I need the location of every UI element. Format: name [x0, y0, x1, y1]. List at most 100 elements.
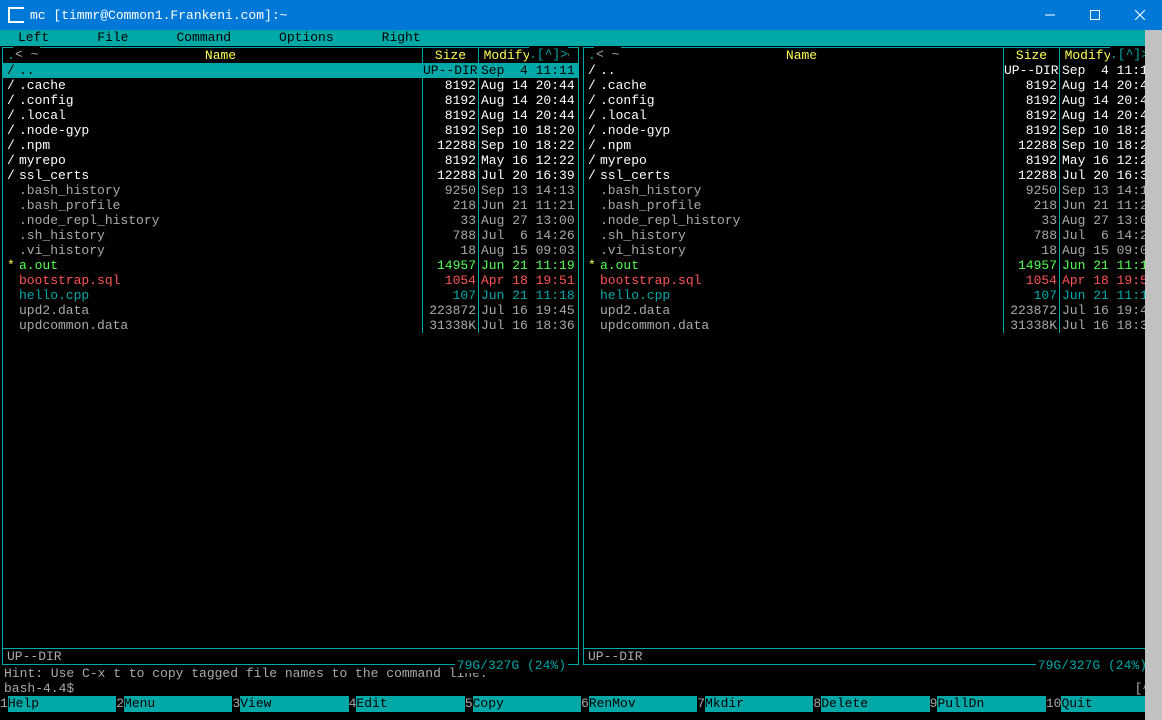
file-row[interactable]: /ssl_certs12288Jul 20 16:39: [584, 168, 1159, 183]
window-scrollbar[interactable]: [1145, 30, 1162, 720]
file-row[interactable]: /.local8192Aug 14 20:44: [3, 108, 578, 123]
right-columns-header[interactable]: .n Name Size Modify time: [584, 48, 1159, 63]
file-row[interactable]: /ssl_certs12288Jul 20 16:39: [3, 168, 578, 183]
right-file-list[interactable]: /..UP--DIRSep 4 11:11/.cache8192Aug 14 2…: [584, 63, 1159, 648]
right-panel[interactable]: < ~ .[^]> .n Name Size Modify time /..UP…: [583, 47, 1160, 665]
file-row[interactable]: .sh_history788Jul 6 14:26: [584, 228, 1159, 243]
menu-command[interactable]: Command: [172, 30, 235, 46]
file-name: upd2.data: [600, 303, 1003, 318]
col-size[interactable]: Size: [1003, 48, 1059, 63]
file-row[interactable]: .vi_history18Aug 15 09:03: [3, 243, 578, 258]
file-row[interactable]: .bash_history9250Sep 13 14:13: [584, 183, 1159, 198]
file-row[interactable]: *a.out14957Jun 21 11:19: [3, 258, 578, 273]
file-row[interactable]: /.config8192Aug 14 20:44: [584, 93, 1159, 108]
fkey-menu[interactable]: 2Menu: [116, 696, 232, 712]
file-marker: /: [588, 78, 600, 93]
file-size: 223872: [1003, 303, 1059, 318]
right-panel-indicator: .[^]>: [1110, 47, 1149, 62]
maximize-button[interactable]: [1072, 0, 1117, 30]
minimize-button[interactable]: [1027, 0, 1072, 30]
file-row[interactable]: hello.cpp107Jun 21 11:18: [3, 288, 578, 303]
file-marker: [588, 198, 600, 213]
file-row[interactable]: .node_repl_history33Aug 27 13:00: [3, 213, 578, 228]
fkey-label: Mkdir: [705, 696, 744, 712]
col-size[interactable]: Size: [422, 48, 478, 63]
file-size: 12288: [1003, 168, 1059, 183]
file-row[interactable]: .sh_history788Jul 6 14:26: [3, 228, 578, 243]
fkey-edit[interactable]: 4Edit: [349, 696, 465, 712]
file-modify: Jun 21 11:18: [478, 288, 574, 303]
file-marker: [588, 228, 600, 243]
fkey-renmov[interactable]: 6RenMov: [581, 696, 697, 712]
file-row[interactable]: .vi_history18Aug 15 09:03: [584, 243, 1159, 258]
file-size: 9250: [422, 183, 478, 198]
file-modify: Jun 21 11:21: [1059, 198, 1155, 213]
file-row[interactable]: /myrepo8192May 16 12:22: [3, 153, 578, 168]
file-marker: /: [588, 93, 600, 108]
file-modify: Aug 14 20:44: [1059, 93, 1155, 108]
col-name[interactable]: Name: [600, 48, 1003, 63]
file-row[interactable]: /.npm12288Sep 10 18:22: [3, 138, 578, 153]
file-row[interactable]: /.npm12288Sep 10 18:22: [584, 138, 1159, 153]
fkey-delete[interactable]: 8Delete: [813, 696, 929, 712]
file-row[interactable]: /.cache8192Aug 14 20:44: [584, 78, 1159, 93]
menu-file[interactable]: File: [93, 30, 132, 46]
file-row[interactable]: upd2.data223872Jul 16 19:45: [584, 303, 1159, 318]
left-columns-header[interactable]: .n Name Size Modify time: [3, 48, 578, 63]
file-row[interactable]: .bash_profile218Jun 21 11:21: [584, 198, 1159, 213]
menu-options[interactable]: Options: [275, 30, 338, 46]
fkey-view[interactable]: 3View: [232, 696, 348, 712]
file-row[interactable]: .node_repl_history33Aug 27 13:00: [584, 213, 1159, 228]
file-row[interactable]: /.config8192Aug 14 20:44: [3, 93, 578, 108]
file-name: .bash_history: [19, 183, 422, 198]
file-modify: Aug 14 20:44: [1059, 108, 1155, 123]
file-size: 223872: [422, 303, 478, 318]
left-file-list[interactable]: /..UP--DIRSep 4 11:11/.cache8192Aug 14 2…: [3, 63, 578, 648]
file-row[interactable]: /.local8192Aug 14 20:44: [584, 108, 1159, 123]
menu-right[interactable]: Right: [378, 30, 425, 46]
fkey-num: 5: [465, 696, 473, 712]
file-modify: Aug 15 09:03: [1059, 243, 1155, 258]
fkey-num: 3: [232, 696, 240, 712]
file-row[interactable]: hello.cpp107Jun 21 11:18: [584, 288, 1159, 303]
left-panel-path[interactable]: < ~: [13, 47, 40, 62]
file-size: 33: [422, 213, 478, 228]
file-row[interactable]: updcommon.data31338KJul 16 18:36: [3, 318, 578, 333]
file-name: ssl_certs: [19, 168, 422, 183]
file-size: 218: [1003, 198, 1059, 213]
fkey-help[interactable]: 1Help: [0, 696, 116, 712]
file-modify: Sep 10 18:20: [478, 123, 574, 138]
close-button[interactable]: [1117, 0, 1162, 30]
file-row[interactable]: /..UP--DIRSep 4 11:11: [3, 63, 578, 78]
file-row[interactable]: .bash_history9250Sep 13 14:13: [3, 183, 578, 198]
file-modify: Aug 15 09:03: [478, 243, 574, 258]
fkey-pulldn[interactable]: 9PullDn: [930, 696, 1046, 712]
file-row[interactable]: bootstrap.sql1054Apr 18 19:51: [584, 273, 1159, 288]
file-row[interactable]: upd2.data223872Jul 16 19:45: [3, 303, 578, 318]
left-panel[interactable]: < ~ .[^]> .n Name Size Modify time /..UP…: [2, 47, 579, 665]
file-row[interactable]: /.cache8192Aug 14 20:44: [3, 78, 578, 93]
file-name: .bash_history: [600, 183, 1003, 198]
scrollbar-thumb[interactable]: [1145, 30, 1162, 720]
file-size: 8192: [1003, 123, 1059, 138]
mc-prompt[interactable]: bash-4.4$ [^]: [0, 681, 1162, 696]
file-row[interactable]: updcommon.data31338KJul 16 18:36: [584, 318, 1159, 333]
fkey-copy[interactable]: 5Copy: [465, 696, 581, 712]
file-size: 218: [422, 198, 478, 213]
fkey-mkdir[interactable]: 7Mkdir: [697, 696, 813, 712]
file-row[interactable]: /.node-gyp8192Sep 10 18:20: [584, 123, 1159, 138]
file-marker: [7, 183, 19, 198]
file-row[interactable]: .bash_profile218Jun 21 11:21: [3, 198, 578, 213]
file-row[interactable]: /.node-gyp8192Sep 10 18:20: [3, 123, 578, 138]
file-row[interactable]: bootstrap.sql1054Apr 18 19:51: [3, 273, 578, 288]
right-panel-path[interactable]: < ~: [594, 47, 621, 62]
file-marker: /: [7, 93, 19, 108]
menu-left[interactable]: Left: [14, 30, 53, 46]
col-name[interactable]: Name: [19, 48, 422, 63]
file-marker: [7, 303, 19, 318]
file-row[interactable]: *a.out14957Jun 21 11:19: [584, 258, 1159, 273]
file-name: .sh_history: [19, 228, 422, 243]
file-row[interactable]: /myrepo8192May 16 12:22: [584, 153, 1159, 168]
file-row[interactable]: /..UP--DIRSep 4 11:11: [584, 63, 1159, 78]
file-modify: Jul 20 16:39: [1059, 168, 1155, 183]
